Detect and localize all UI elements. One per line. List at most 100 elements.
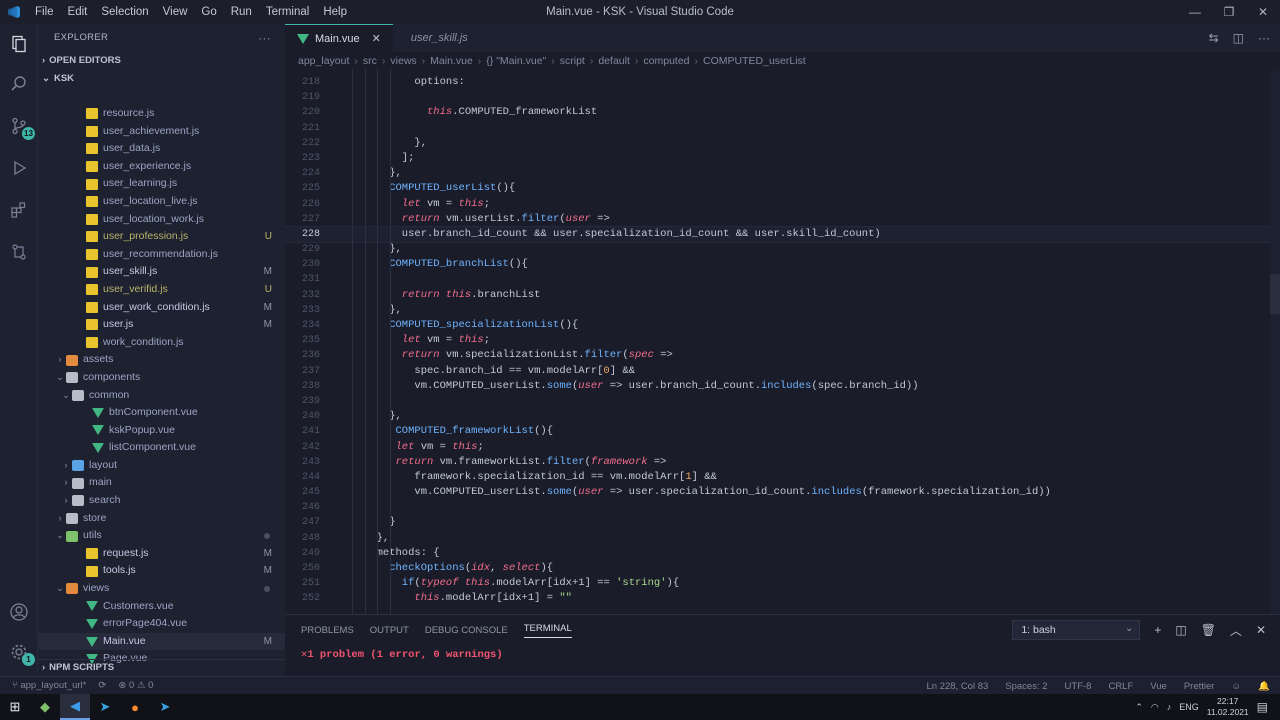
restore-icon[interactable]: ❐ xyxy=(1212,0,1246,24)
panel-tab-debug-console[interactable]: DEBUG CONSOLE xyxy=(425,625,508,636)
menu-item-file[interactable]: File xyxy=(28,0,61,24)
tree-item[interactable]: user_skill.js M xyxy=(38,263,285,281)
telegram-icon[interactable]: ➤ xyxy=(150,694,180,720)
close-panel-icon[interactable]: ✕ xyxy=(1256,623,1266,637)
encoding[interactable]: UTF-8 xyxy=(1065,681,1092,692)
cursor-position[interactable]: Ln 228, Col 83 xyxy=(926,681,988,692)
open-changes-icon[interactable]: ⇆ xyxy=(1209,31,1219,45)
feedback-icon[interactable]: ☺ xyxy=(1231,681,1241,692)
tree-item[interactable]: ⌄ utils xyxy=(38,527,285,545)
terminal-select[interactable]: 1: bash ⌄ xyxy=(1012,620,1141,640)
search-icon[interactable] xyxy=(7,72,31,96)
tree-item[interactable]: listComponent.vue xyxy=(38,439,285,457)
tree-item[interactable]: user_work_condition.js M xyxy=(38,299,285,317)
action-center-icon[interactable]: ▤ xyxy=(1257,700,1268,714)
maximize-panel-icon[interactable]: ︿ xyxy=(1230,622,1242,639)
tree-item[interactable]: ⌄ views xyxy=(38,580,285,598)
menu-item-edit[interactable]: Edit xyxy=(61,0,95,24)
tree-item[interactable]: user_profession.js U xyxy=(38,228,285,246)
tree-item[interactable]: kskPopup.vue xyxy=(38,422,285,440)
tree-item[interactable]: user_experience.js xyxy=(38,158,285,176)
firefox-icon[interactable]: ● xyxy=(120,694,150,720)
tree-item[interactable]: Main.vue M xyxy=(38,632,285,651)
tree-item[interactable]: user_location_live.js xyxy=(38,193,285,211)
clock[interactable]: 22:17 11.02.2021 xyxy=(1207,696,1249,718)
close-icon[interactable]: ✕ xyxy=(1246,0,1280,24)
code-editor[interactable]: 218 options: 219 220 this.COMPUTED_framework… xyxy=(285,69,1280,614)
more-actions-icon[interactable]: ··· xyxy=(1258,31,1270,45)
language-mode[interactable]: Vue xyxy=(1150,681,1167,692)
explorer-icon[interactable] xyxy=(7,32,31,56)
sync-icon[interactable]: ⟳ xyxy=(98,680,106,691)
notifications-icon[interactable]: 🔔 xyxy=(1258,681,1270,692)
tree-item[interactable]: › main xyxy=(38,474,285,492)
extensions-icon[interactable] xyxy=(7,198,31,222)
tree-item[interactable]: user_achievement.js xyxy=(38,123,285,141)
kill-terminal-icon[interactable]: 🗑 xyxy=(1201,623,1216,637)
breadcrumb-item[interactable]: app_layout xyxy=(298,55,349,67)
settings-gear-icon[interactable]: 1 xyxy=(7,640,35,666)
tree-item[interactable]: tools.js M xyxy=(38,562,285,580)
breadcrumb-item[interactable]: default xyxy=(598,55,630,67)
tree-item[interactable]: errorPage404.vue xyxy=(38,615,285,633)
tree-item[interactable]: ⌄ common xyxy=(38,387,285,405)
tree-item[interactable]: user.js M xyxy=(38,316,285,334)
app-icon[interactable]: ◆ xyxy=(30,694,60,720)
breadcrumb-item[interactable]: COMPUTED_userList xyxy=(703,55,806,67)
panel-tab-terminal[interactable]: TERMINAL xyxy=(523,623,572,638)
tree-item[interactable]: Customers.vue xyxy=(38,598,285,616)
tree-item[interactable]: user_location_work.js xyxy=(38,211,285,229)
minimize-icon[interactable]: — xyxy=(1178,0,1212,24)
tree-item[interactable]: work_condition.js xyxy=(38,334,285,352)
tree-item[interactable]: user_recommendation.js xyxy=(38,246,285,264)
breadcrumb-item[interactable]: computed xyxy=(643,55,689,67)
scrollbar-thumb[interactable] xyxy=(1270,274,1280,314)
breadcrumb-item[interactable]: src xyxy=(363,55,377,67)
tree-item[interactable]: user_verifid.js U xyxy=(38,281,285,299)
menu-item-view[interactable]: View xyxy=(156,0,195,24)
split-terminal-icon[interactable]: ◫ xyxy=(1175,623,1186,637)
volume-icon[interactable]: ♪ xyxy=(1167,702,1172,712)
tree-item[interactable]: request.js M xyxy=(38,545,285,563)
remote-explorer-icon[interactable] xyxy=(7,240,31,264)
menu-item-terminal[interactable]: Terminal xyxy=(259,0,316,24)
panel-tab-output[interactable]: OUTPUT xyxy=(370,625,409,636)
close-icon[interactable]: ✕ xyxy=(372,32,381,45)
tree-item[interactable]: user_learning.js xyxy=(38,175,285,193)
tree-item[interactable]: ⌄ components xyxy=(38,369,285,387)
end-of-line[interactable]: CRLF xyxy=(1108,681,1133,692)
keyboard-language[interactable]: ENG xyxy=(1179,702,1199,712)
workspace-root[interactable]: ⌄ KSK xyxy=(38,70,285,88)
tab-user_skill-js[interactable]: user_skill.js xyxy=(393,24,480,52)
tree-item[interactable]: › search xyxy=(38,492,285,510)
breadcrumb-item[interactable]: {} "Main.vue" xyxy=(486,55,546,67)
start-button[interactable]: ⊞ xyxy=(0,694,30,720)
menu-item-go[interactable]: Go xyxy=(194,0,223,24)
tree-item[interactable]: resource.js xyxy=(38,105,285,123)
menu-item-run[interactable]: Run xyxy=(224,0,259,24)
tray-chevron-icon[interactable]: ⌃ xyxy=(1135,702,1143,713)
open-editors-section[interactable]: › OPEN EDITORS xyxy=(38,52,285,70)
breadcrumb-item[interactable]: script xyxy=(560,55,585,67)
split-editor-icon[interactable]: ◫ xyxy=(1233,31,1244,45)
network-icon[interactable]: ◠ xyxy=(1151,702,1159,713)
tree-item[interactable]: btnComponent.vue xyxy=(38,404,285,422)
new-terminal-icon[interactable]: + xyxy=(1154,623,1161,637)
run-debug-icon[interactable] xyxy=(7,156,31,180)
telegram-icon[interactable]: ➤ xyxy=(90,694,120,720)
breadcrumb-item[interactable]: views xyxy=(390,55,416,67)
menu-item-help[interactable]: Help xyxy=(316,0,354,24)
tree-item[interactable]: › assets xyxy=(38,351,285,369)
tree-item[interactable]: › layout xyxy=(38,457,285,475)
problems-status[interactable]: ⊗ 0 ⚠ 0 xyxy=(118,680,153,691)
vscode-logo-icon[interactable] xyxy=(0,0,28,24)
tree-item[interactable]: › store xyxy=(38,510,285,528)
vscode-taskbar-icon[interactable]: ◀ xyxy=(60,694,90,720)
source-control-icon[interactable]: 13 xyxy=(7,114,35,140)
menu-item-selection[interactable]: Selection xyxy=(94,0,155,24)
editor-scrollbar[interactable] xyxy=(1270,69,1280,614)
more-actions-icon[interactable]: ··· xyxy=(258,24,271,52)
breadcrumb-item[interactable]: Main.vue xyxy=(430,55,473,67)
account-icon[interactable] xyxy=(7,600,31,624)
indentation[interactable]: Spaces: 2 xyxy=(1005,681,1047,692)
